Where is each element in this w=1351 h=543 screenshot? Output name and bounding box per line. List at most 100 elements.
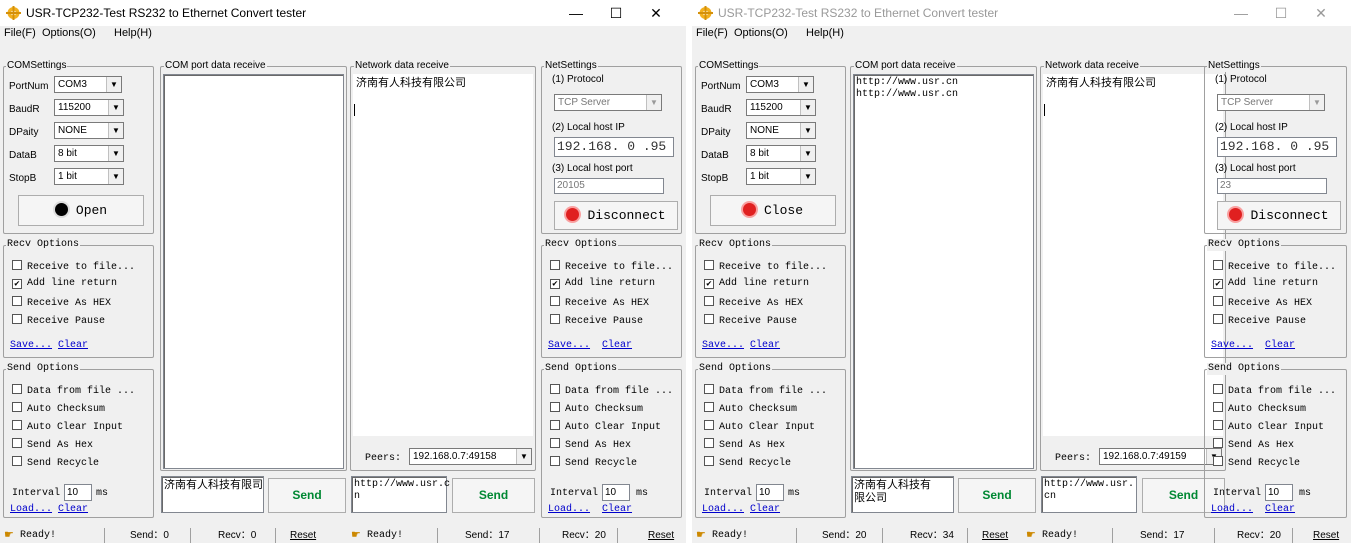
com-send-button[interactable]: Send xyxy=(958,478,1036,513)
option-checkbox[interactable]: Auto Clear Input xyxy=(1213,420,1324,434)
menu-item[interactable]: Help(H) xyxy=(806,27,844,39)
checkbox-icon[interactable] xyxy=(550,296,560,306)
option-checkbox[interactable]: ✔ Add line return xyxy=(550,278,655,290)
checkbox-icon[interactable] xyxy=(704,456,714,466)
checkbox-icon[interactable] xyxy=(1213,296,1223,306)
chevron-down-icon[interactable]: ▼ xyxy=(800,169,815,184)
option-checkbox[interactable]: Auto Checksum xyxy=(1213,402,1306,416)
chevron-down-icon[interactable]: ▼ xyxy=(800,100,815,115)
chevron-down-icon[interactable]: ▼ xyxy=(108,100,123,115)
option-checkbox[interactable]: Send Recycle xyxy=(704,456,791,470)
title-bar[interactable]: USR-TCP232-Test RS232 to Ethernet Conver… xyxy=(0,0,686,26)
protocol-select[interactable]: TCP Server ▼ xyxy=(1217,94,1325,111)
checkbox-icon[interactable] xyxy=(12,260,22,270)
option-checkbox[interactable]: Data from file ... xyxy=(704,384,827,398)
checkbox-icon[interactable] xyxy=(704,438,714,448)
checkbox-icon[interactable] xyxy=(1213,420,1223,430)
checkbox-icon[interactable] xyxy=(550,402,560,412)
reset-net-button[interactable]: Reset xyxy=(648,528,674,543)
com-field-select[interactable]: 115200 ▼ xyxy=(54,99,124,116)
checkbox-icon[interactable] xyxy=(12,402,22,412)
chevron-down-icon[interactable]: ▼ xyxy=(516,449,531,464)
clear-send-link[interactable]: Clear xyxy=(602,504,632,515)
minimize-button[interactable]: — xyxy=(1221,2,1261,24)
com-field-select[interactable]: 1 bit ▼ xyxy=(54,168,124,185)
option-checkbox[interactable]: Receive Pause xyxy=(704,314,797,328)
com-field-select[interactable]: 8 bit ▼ xyxy=(54,145,124,162)
checkbox-icon[interactable] xyxy=(12,456,22,466)
checkbox-icon[interactable] xyxy=(550,456,560,466)
option-checkbox[interactable]: Send Recycle xyxy=(550,456,637,470)
checkbox-icon[interactable] xyxy=(12,296,22,306)
checkbox-checked-icon[interactable]: ✔ xyxy=(12,279,22,289)
clear-send-link[interactable]: Clear xyxy=(750,504,780,515)
com-field-select[interactable]: COM3 ▼ xyxy=(54,76,122,93)
option-checkbox[interactable]: Auto Checksum xyxy=(704,402,797,416)
checkbox-icon[interactable] xyxy=(550,438,560,448)
ip-input[interactable]: 192.168. 0 .95 xyxy=(554,137,674,157)
reset-com-button[interactable]: Reset xyxy=(982,528,1008,543)
option-checkbox[interactable]: Send As Hex xyxy=(1213,438,1294,452)
clear-send-link[interactable]: Clear xyxy=(58,504,88,515)
option-checkbox[interactable]: Send Recycle xyxy=(12,456,99,470)
checkbox-icon[interactable] xyxy=(1213,402,1223,412)
reset-net-button[interactable]: Reset xyxy=(1313,528,1339,543)
option-checkbox[interactable]: Receive Pause xyxy=(1213,314,1306,328)
option-checkbox[interactable]: Send As Hex xyxy=(12,438,93,452)
close-button[interactable]: ✕ xyxy=(1301,2,1341,24)
option-checkbox[interactable]: Receive to file... xyxy=(12,260,135,274)
option-checkbox[interactable]: Receive Pause xyxy=(12,314,105,328)
protocol-select[interactable]: TCP Server ▼ xyxy=(554,94,662,111)
com-send-button[interactable]: Send xyxy=(268,478,346,513)
checkbox-checked-icon[interactable]: ✔ xyxy=(550,279,560,289)
checkbox-icon[interactable] xyxy=(1213,260,1223,270)
option-checkbox[interactable]: Auto Clear Input xyxy=(550,420,661,434)
maximize-button[interactable]: ☐ xyxy=(596,2,636,24)
peers-select[interactable]: 192.168.0.7:49158 ▼ xyxy=(409,448,532,465)
option-checkbox[interactable]: ✔ Add line return xyxy=(12,278,117,290)
option-checkbox[interactable]: Data from file ... xyxy=(12,384,135,398)
checkbox-icon[interactable] xyxy=(550,384,560,394)
net-send-button[interactable]: Send xyxy=(452,478,535,513)
checkbox-checked-icon[interactable]: ✔ xyxy=(1213,279,1223,289)
net-send-textarea[interactable]: http://www.usr.c n xyxy=(351,476,450,513)
open-port-button[interactable]: Open xyxy=(18,195,144,226)
option-checkbox[interactable]: Data from file ... xyxy=(550,384,673,398)
chevron-down-icon[interactable]: ▼ xyxy=(646,95,661,110)
net-receive-textarea[interactable]: 济南有人科技有限公司 xyxy=(1043,74,1223,436)
clear-recv-link[interactable]: Clear xyxy=(750,340,780,351)
clear-recv-link[interactable]: Clear xyxy=(602,340,632,351)
option-checkbox[interactable]: Send As Hex xyxy=(704,438,785,452)
menu-item[interactable]: Help(H) xyxy=(114,27,152,39)
load-link[interactable]: Load... xyxy=(1211,504,1253,515)
open-port-button[interactable]: Close xyxy=(710,195,836,226)
com-receive-textarea[interactable]: http://www.usr.cn http://www.usr.cn xyxy=(853,74,1034,469)
checkbox-icon[interactable] xyxy=(704,420,714,430)
maximize-button[interactable]: ☐ xyxy=(1261,2,1301,24)
chevron-down-icon[interactable]: ▼ xyxy=(108,169,123,184)
menu-item[interactable]: Options(O) xyxy=(734,27,788,39)
option-checkbox[interactable]: Auto Clear Input xyxy=(704,420,815,434)
load-link[interactable]: Load... xyxy=(548,504,590,515)
com-receive-textarea[interactable] xyxy=(163,74,344,469)
clear-recv-link[interactable]: Clear xyxy=(58,340,88,351)
load-link[interactable]: Load... xyxy=(702,504,744,515)
title-bar[interactable]: USR-TCP232-Test RS232 to Ethernet Conver… xyxy=(692,0,1351,26)
checkbox-icon[interactable] xyxy=(12,384,22,394)
ip-input[interactable]: 192.168. 0 .95 xyxy=(1217,137,1337,157)
checkbox-icon[interactable] xyxy=(1213,456,1223,466)
checkbox-icon[interactable] xyxy=(550,420,560,430)
option-checkbox[interactable]: ✔ Add line return xyxy=(1213,278,1318,290)
option-checkbox[interactable]: Receive As HEX xyxy=(12,296,111,310)
chevron-down-icon[interactable]: ▼ xyxy=(106,77,121,92)
checkbox-icon[interactable] xyxy=(1213,384,1223,394)
checkbox-icon[interactable] xyxy=(550,314,560,324)
checkbox-icon[interactable] xyxy=(704,260,714,270)
load-link[interactable]: Load... xyxy=(10,504,52,515)
option-checkbox[interactable]: Receive As HEX xyxy=(1213,296,1312,310)
chevron-down-icon[interactable]: ▼ xyxy=(800,146,815,161)
save-link[interactable]: Save... xyxy=(548,340,590,351)
menu-item[interactable]: Options(O) xyxy=(42,27,96,39)
interval-input[interactable]: 10 xyxy=(1265,484,1293,501)
checkbox-icon[interactable] xyxy=(1213,314,1223,324)
